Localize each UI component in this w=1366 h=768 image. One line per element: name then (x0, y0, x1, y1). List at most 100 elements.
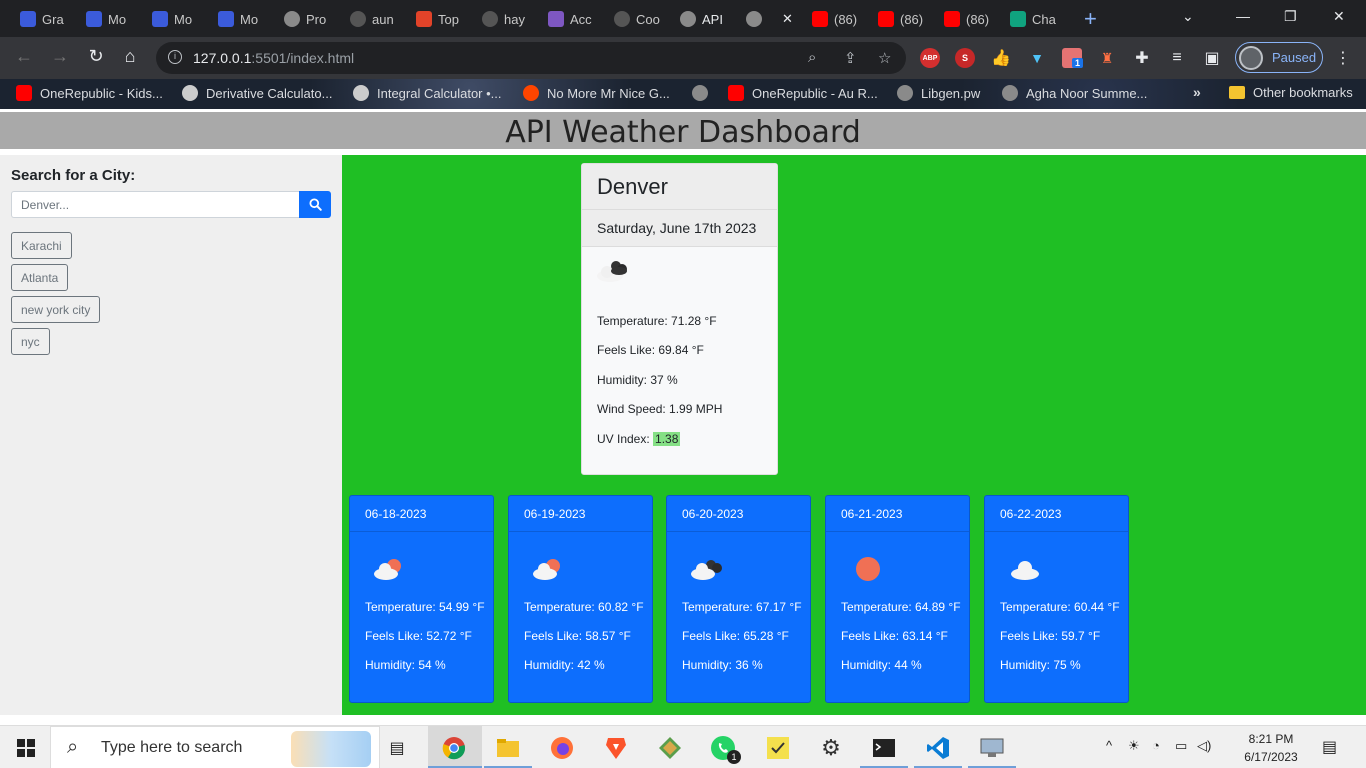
bookmark-item[interactable] (692, 85, 716, 101)
bookmark-item[interactable]: Derivative Calculato... (182, 85, 332, 101)
firefox-icon[interactable] (548, 734, 576, 762)
bookmark-item[interactable]: Libgen.pw (897, 85, 980, 101)
bookmark-item[interactable]: No More Mr Nice G... (523, 85, 670, 101)
browser-tab[interactable]: Coo (614, 8, 662, 30)
back-button[interactable]: ← (12, 46, 36, 67)
youtube-icon (944, 11, 960, 27)
forecast-temperature: Temperature: 54.99 °F (365, 600, 485, 614)
avatar (1239, 45, 1263, 70)
zoom-icon[interactable]: ⌕ (808, 49, 816, 66)
terminal-icon[interactable] (870, 734, 898, 762)
home-button[interactable]: ⌂ (118, 46, 142, 67)
search-icon (308, 198, 322, 211)
web-page: API Weather Dashboard Search for a City:… (0, 109, 1366, 725)
current-humidity: Humidity: 37 % (597, 373, 678, 387)
whatsapp-icon[interactable]: 1 (709, 734, 741, 764)
task-view-icon[interactable]: ▤ (383, 734, 411, 762)
windows-start-button[interactable] (17, 739, 35, 757)
current-uv-index: UV Index: 1.38 (597, 432, 681, 446)
browser-menu-icon[interactable]: ⋮ (1335, 48, 1351, 68)
browser-tab[interactable]: Cha (1010, 8, 1066, 30)
brave-icon[interactable] (602, 734, 630, 762)
remote-desktop-icon[interactable] (978, 734, 1006, 762)
side-panel-icon[interactable]: ▣ (1202, 48, 1222, 68)
dark-clouds-icon (592, 256, 632, 291)
current-date: Saturday, June 17th 2023 (582, 210, 777, 247)
browser-tab[interactable]: Gra (20, 8, 68, 30)
sun-icon (846, 554, 886, 589)
file-explorer-icon[interactable] (494, 734, 522, 762)
more-bookmarks-button[interactable]: » (1193, 84, 1201, 100)
current-city-name: Denver (582, 164, 777, 210)
vscode-icon[interactable] (924, 734, 952, 762)
site-info-icon[interactable]: i (168, 50, 182, 64)
bookmark-item[interactable]: OneRepublic - Au R... (728, 85, 878, 101)
gitlab-icon (416, 11, 432, 27)
browser-tab[interactable]: aun (350, 8, 398, 30)
other-bookmarks-folder[interactable]: Other bookmarks (1229, 85, 1353, 100)
browser-tab[interactable]: Pro (284, 8, 332, 30)
history-city-button[interactable]: Karachi (11, 232, 72, 259)
wifi-icon[interactable]: ◔ (1152, 738, 1160, 753)
profile-button[interactable]: Paused (1235, 42, 1323, 73)
bookmark-item[interactable]: OneRepublic - Kids... (16, 85, 163, 101)
extension-badge-icon[interactable]: 1 (1062, 48, 1084, 68)
brightness-icon[interactable]: ☀ (1128, 738, 1140, 754)
forecast-date: 06-18-2023 (350, 496, 493, 532)
puzzle-extensions-icon[interactable]: ✚ (1132, 48, 1152, 68)
adblock-plus-icon[interactable]: ABP (920, 48, 940, 68)
tab-search-icon[interactable]: ⌄ (1182, 8, 1194, 25)
browser-tab[interactable]: Mo (86, 8, 134, 30)
sticky-notes-icon[interactable] (764, 734, 792, 762)
reload-button[interactable]: ↻ (84, 46, 108, 67)
browser-tab[interactable]: hay (482, 8, 530, 30)
browser-tab[interactable]: Acc (548, 8, 596, 30)
battery-icon[interactable]: ▭ (1175, 738, 1187, 754)
browser-tab[interactable]: ✕ (746, 8, 802, 30)
dark-clouds-icon (687, 554, 727, 589)
extension-s-icon[interactable]: S (955, 48, 975, 68)
forecast-feels-like: Feels Like: 52.72 °F (365, 629, 472, 643)
search-label: Search for a City: (11, 167, 136, 184)
close-window-button[interactable]: ✕ (1333, 8, 1345, 25)
browser-tab[interactable]: (86) (944, 8, 1000, 30)
git-kraken-icon[interactable] (656, 734, 684, 762)
restore-button[interactable]: ❐ (1284, 8, 1297, 25)
taskbar-search-box[interactable]: ⌕ Type here to search (50, 726, 380, 768)
show-hidden-icons[interactable]: ^ (1106, 738, 1112, 753)
bookmark-item[interactable]: Agha Noor Summe... (1002, 85, 1147, 101)
search-button[interactable] (299, 191, 331, 218)
bell-extension-icon[interactable]: ♜ (1097, 48, 1117, 68)
volume-icon[interactable]: ◁) (1197, 738, 1211, 754)
browser-tab[interactable]: (86) (812, 8, 868, 30)
bookmark-item[interactable]: Integral Calculator •... (353, 85, 502, 101)
new-tab-button[interactable]: + (1084, 6, 1097, 32)
share-icon[interactable]: ⇪ (844, 49, 857, 67)
chrome-icon[interactable] (440, 734, 468, 762)
bookmark-star-icon[interactable]: ☆ (878, 49, 891, 67)
reddit-icon (523, 85, 539, 101)
browser-tab[interactable]: Mo (152, 8, 200, 30)
thumbs-up-icon[interactable]: 👍 (991, 48, 1011, 68)
minimize-button[interactable]: — (1236, 8, 1250, 24)
address-bar[interactable]: i 127.0.0.1:5501/index.html ⌕ ⇪ ☆ (156, 42, 906, 74)
settings-gear-icon[interactable]: ⚙ (817, 734, 845, 762)
youtube-icon (16, 85, 32, 101)
browser-tab[interactable]: Mo (218, 8, 266, 30)
notifications-icon[interactable]: ▤ (1322, 737, 1337, 757)
history-city-button[interactable]: new york city (11, 296, 101, 323)
history-city-button[interactable]: nyc (11, 328, 50, 355)
city-search-input[interactable] (11, 191, 300, 218)
forward-button[interactable]: → (48, 46, 72, 67)
close-tab-icon[interactable]: ✕ (782, 11, 793, 27)
url-text[interactable]: 127.0.0.1:5501/index.html (193, 50, 354, 66)
browser-tab[interactable]: (86) (878, 8, 934, 30)
reading-list-icon[interactable]: ≡ (1167, 48, 1187, 68)
history-city-button[interactable]: Atlanta (11, 264, 69, 291)
filter-extension-icon[interactable]: ▼ (1027, 48, 1047, 68)
browser-tab[interactable]: Top (416, 8, 464, 30)
forecast-feels-like: Feels Like: 59.7 °F (1000, 629, 1101, 643)
forecast-card: 06-20-2023 Temperature: 67.17 °F Feels L… (666, 495, 811, 703)
taskbar-clock[interactable]: 8:21 PM 6/17/2023 (1240, 730, 1302, 766)
browser-tab-active[interactable]: API (680, 8, 728, 30)
